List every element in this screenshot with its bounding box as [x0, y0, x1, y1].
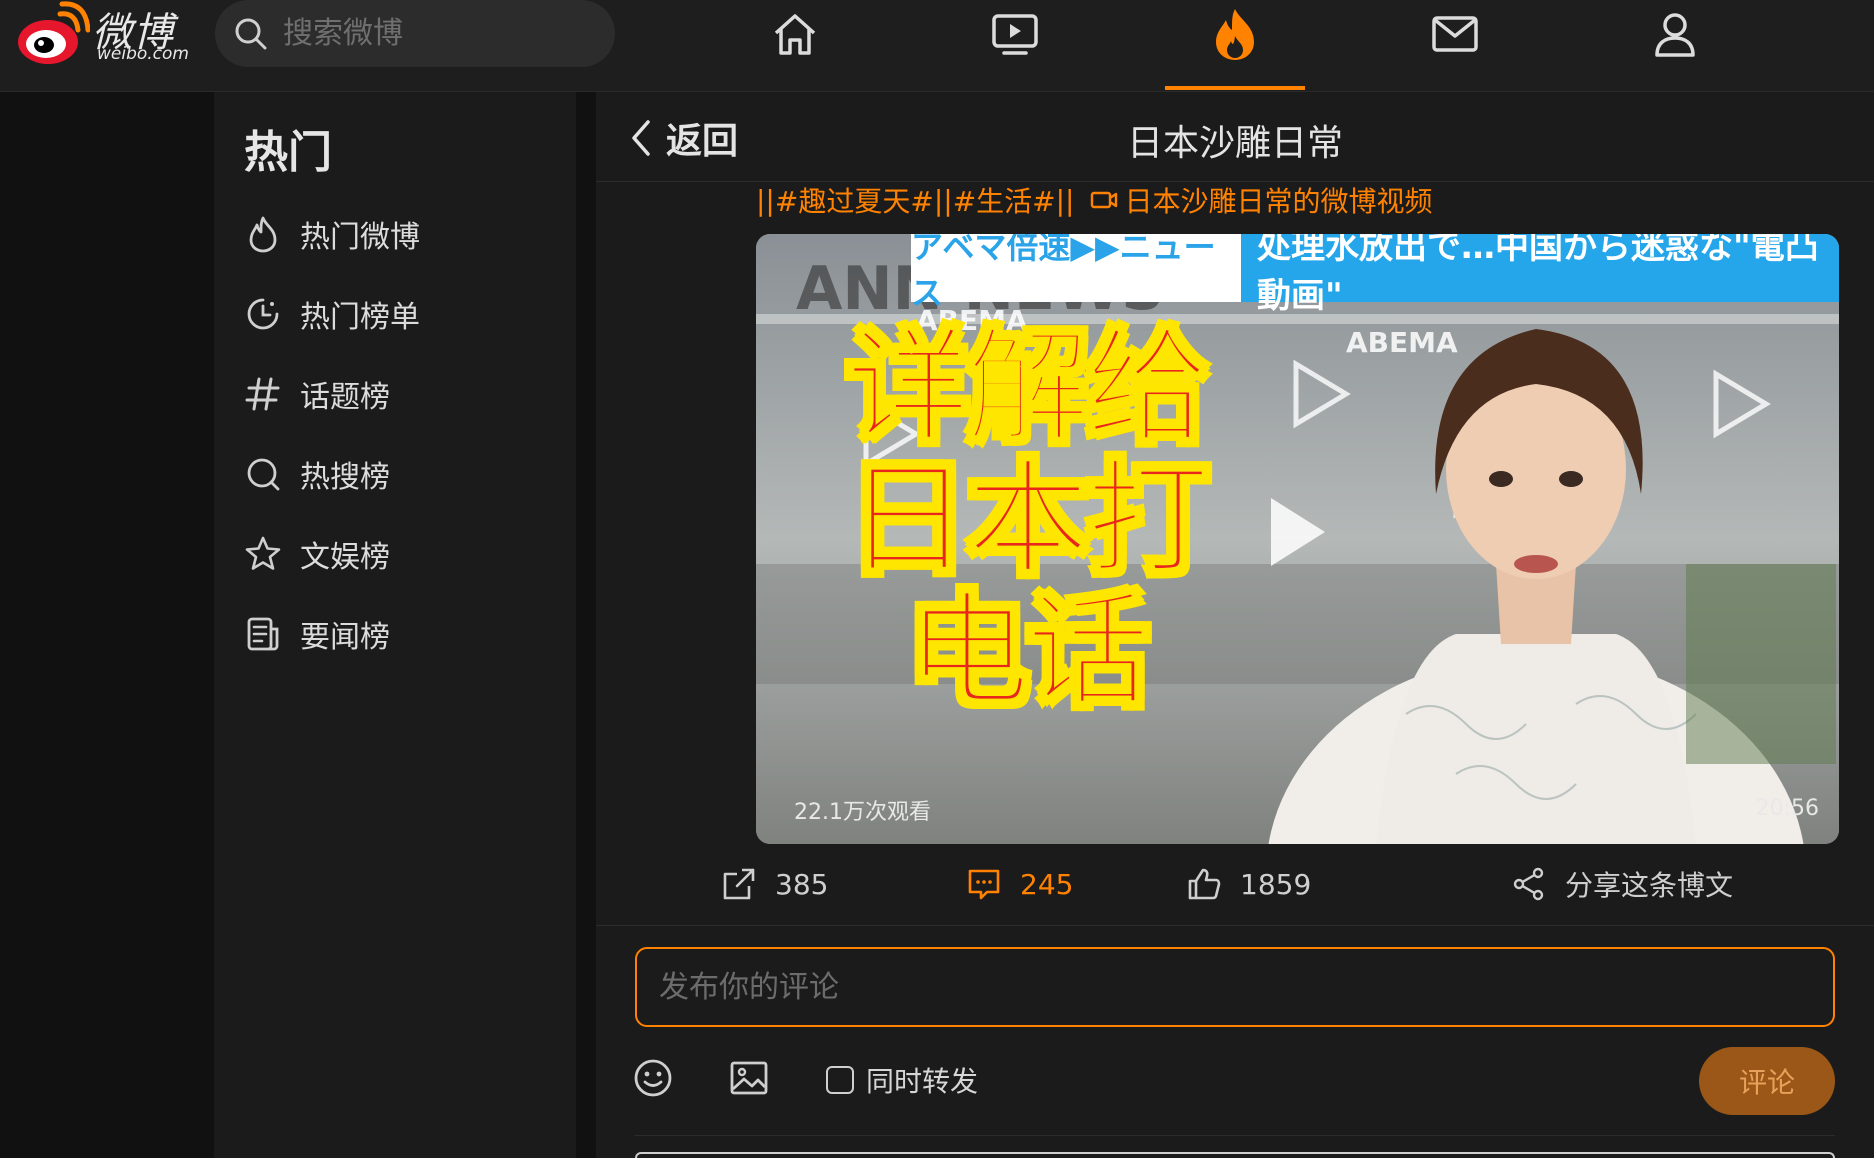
caption-right: 处理水放出で…中国から迷惑な"電凸動画": [1241, 234, 1839, 316]
caption-left: アベマ倍速▶▶ニュース: [911, 234, 1241, 312]
sidebar-item-hot-list[interactable]: 热门榜单: [244, 284, 544, 344]
brand-domain: weibo.com: [97, 44, 189, 64]
post-tags: || #趣过夏天# || #生活# || 日本沙雕日常的微博视频: [756, 180, 1433, 220]
hot-icon: [1216, 9, 1254, 60]
nav-profile-button[interactable]: [1645, 4, 1705, 64]
also-repost-label: 同时转发: [866, 1065, 979, 1098]
flame-icon: [249, 216, 277, 253]
hot-sidebar: 热门 热门微博 热门榜单 话题榜 热搜榜 文娱榜 要闻榜: [214, 92, 576, 1158]
active-tab-indicator: [1165, 86, 1305, 90]
share-button[interactable]: 分享这条博文: [1511, 854, 1733, 914]
video-icon: [992, 14, 1038, 55]
comment-input[interactable]: [635, 947, 1835, 1027]
sidebar-item-entertainment[interactable]: 文娱榜: [244, 524, 544, 584]
video-source-label: 日本沙雕日常的微博视频: [1124, 185, 1433, 218]
search-icon: [235, 18, 267, 50]
repost-icon: [723, 868, 755, 900]
left-gutter: [0, 92, 213, 1158]
tag-separator: ||: [933, 183, 953, 217]
sidebar-item-hot-weibo[interactable]: 热门微博: [244, 204, 544, 264]
search-icon: [247, 458, 280, 491]
video-camera-icon: [1090, 191, 1117, 209]
comment-button[interactable]: 245: [966, 854, 1073, 914]
play-icon[interactable]: [1261, 492, 1331, 572]
topic-tag-link[interactable]: #趣过夏天#: [775, 180, 934, 220]
weibo-logo[interactable]: 微博 weibo.com: [10, 0, 195, 70]
weibo-eye-icon: [18, 1, 91, 64]
clock-icon: [247, 298, 279, 330]
profile-icon: [1655, 13, 1695, 57]
sidebar-item-label: 文娱榜: [300, 540, 390, 575]
repost-button[interactable]: 385: [721, 854, 828, 914]
video-overlay-text: 详解给日本打电话: [845, 316, 1212, 724]
tag-separator: ||: [1055, 183, 1075, 217]
video-duration: 20:56: [1755, 796, 1819, 821]
nav-hot-button[interactable]: [1205, 4, 1265, 64]
repost-count: 385: [775, 867, 829, 901]
tag-separator: ||: [756, 183, 775, 217]
share-label: 分享这条博文: [1565, 869, 1734, 902]
post-actions: 385 245 1859 分享这条博文: [596, 854, 1874, 926]
abema-tag: ABEMA: [1346, 326, 1458, 359]
share-icon: [1513, 867, 1544, 901]
divider: [635, 1135, 1835, 1136]
top-navigation-bar: 微博 weibo.com: [0, 0, 1874, 92]
like-button[interactable]: 1859: [1186, 854, 1311, 914]
like-count: 1859: [1240, 867, 1312, 901]
view-count: 22.1万次观看: [794, 800, 931, 825]
submit-comment-button[interactable]: 评论: [1699, 1047, 1835, 1115]
nav-video-button[interactable]: [985, 4, 1045, 64]
comment-count: 245: [1020, 867, 1074, 901]
sidebar-item-label: 要闻榜: [300, 620, 390, 655]
also-repost-checkbox[interactable]: 同时转发: [826, 1060, 978, 1100]
sidebar-item-label: 热门榜单: [300, 300, 420, 335]
emoji-icon[interactable]: [632, 1057, 674, 1099]
sidebar-item-news[interactable]: 要闻榜: [244, 604, 544, 664]
search-input[interactable]: [283, 12, 583, 54]
mail-icon: [1432, 16, 1478, 52]
sidebar-item-topics[interactable]: 话题榜: [244, 364, 544, 424]
news-icon: [247, 617, 279, 651]
video-caption-strip: アベマ倍速▶▶ニュース 处理水放出で…中国から迷惑な"電凸動画": [911, 234, 1839, 316]
back-button[interactable]: 返回: [628, 112, 738, 164]
video-source-link[interactable]: 日本沙雕日常的微博视频: [1083, 180, 1433, 220]
home-icon: [774, 14, 816, 55]
checkbox-box[interactable]: [826, 1066, 854, 1094]
thumbs-up-icon: [1188, 868, 1221, 900]
hashtag-icon: [245, 377, 280, 411]
nav-home-button[interactable]: [765, 4, 825, 64]
sidebar-title: 热门: [244, 127, 332, 178]
video-player[interactable]: ANN NEWS ABEMA ABEMA アベマ倍速▶▶ニュース 处理水放出で……: [756, 234, 1839, 844]
chevron-left-icon: [632, 120, 650, 156]
topic-tag-link[interactable]: #生活#: [953, 180, 1056, 220]
nav-messages-button[interactable]: [1425, 4, 1485, 64]
search-bar[interactable]: [215, 0, 615, 67]
next-comment-edge: [635, 1152, 1835, 1158]
sidebar-item-label: 热门微博: [300, 220, 420, 255]
back-label: 返回: [666, 121, 739, 162]
sidebar-item-label: 热搜榜: [300, 460, 390, 495]
image-icon[interactable]: [728, 1057, 770, 1099]
sidebar-item-hot-search[interactable]: 热搜榜: [244, 444, 544, 504]
post-detail-panel: 返回 日本沙雕日常 || #趣过夏天# || #生活# || 日本沙雕日常的微博…: [596, 92, 1874, 1158]
page-title: 日本沙雕日常: [1126, 123, 1343, 164]
post-header: 返回 日本沙雕日常: [596, 92, 1874, 182]
sidebar-item-label: 话题榜: [300, 380, 390, 415]
star-icon: [245, 536, 281, 570]
comment-icon: [968, 869, 1000, 900]
